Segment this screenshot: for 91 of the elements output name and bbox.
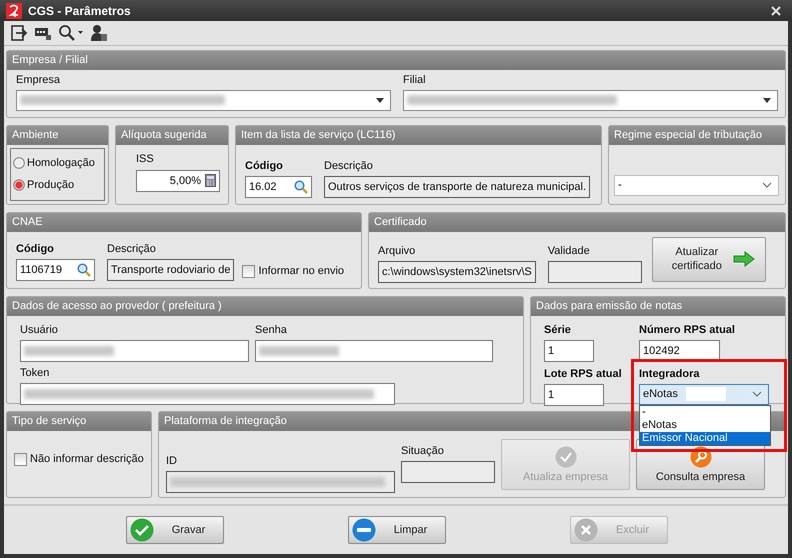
arquivo-field[interactable]: c:\windows\system32\inetsrv\S bbox=[378, 260, 536, 283]
field-label: Senha bbox=[255, 324, 288, 336]
exit-icon[interactable] bbox=[10, 24, 28, 42]
chevron-down-icon bbox=[752, 391, 762, 398]
empresa-dropdown[interactable] bbox=[16, 90, 391, 111]
field-value: Transporte rodoviario de bbox=[111, 264, 230, 276]
radio-option[interactable]: Homologação bbox=[13, 157, 104, 170]
chevron-down-icon bbox=[762, 182, 772, 188]
group-title: Ambiente bbox=[7, 126, 108, 145]
field-value: 1106719 bbox=[20, 264, 62, 276]
field-value: 102492 bbox=[643, 344, 680, 357]
minus-icon bbox=[352, 518, 376, 542]
app-logo-icon bbox=[6, 2, 22, 19]
filial-dropdown[interactable] bbox=[403, 90, 778, 111]
radio-option[interactable]: Produção bbox=[13, 179, 104, 192]
field-label: Token bbox=[20, 366, 50, 379]
serie-field[interactable]: 1 bbox=[544, 340, 594, 362]
check-icon bbox=[554, 446, 576, 468]
descricao-field[interactable]: Outros serviços de transporte de natureza municipal. bbox=[324, 176, 590, 198]
field-label: Integradora bbox=[639, 368, 701, 380]
save-button[interactable]: Gravar bbox=[126, 516, 224, 544]
group-title: Dados para emissão de notas bbox=[531, 296, 785, 316]
field-label: Série bbox=[544, 324, 572, 336]
user-icon[interactable] bbox=[90, 24, 108, 42]
codigo-field[interactable]: 1106719 bbox=[16, 258, 95, 281]
field-label: ISS bbox=[136, 152, 155, 165]
field-label: Código bbox=[245, 160, 284, 172]
field-label: Número RPS atual bbox=[639, 324, 736, 336]
field-label: Lote RPS atual bbox=[544, 368, 623, 380]
dropdown-value: eNotas bbox=[643, 388, 678, 400]
atualizar-certificado-button[interactable]: Atualizar certificado bbox=[652, 236, 766, 282]
descricao-field[interactable]: Transporte rodoviario de bbox=[107, 258, 234, 281]
field-label: Validade bbox=[548, 244, 591, 257]
field-label: Arquivo bbox=[378, 244, 416, 257]
iss-field[interactable]: 5,00% bbox=[136, 170, 220, 192]
calculator-icon[interactable] bbox=[205, 174, 216, 188]
caret-icon bbox=[376, 98, 384, 103]
checkbox[interactable] bbox=[242, 264, 256, 278]
field-value: 1 bbox=[548, 388, 554, 401]
dropdown-option[interactable]: eNotas bbox=[640, 418, 770, 432]
integradora-dropdown[interactable]: eNotas bbox=[639, 384, 769, 405]
radio-label: Homologação bbox=[27, 157, 95, 170]
field-label: Usuário bbox=[20, 324, 59, 336]
field-label: Descrição bbox=[107, 242, 157, 255]
field-label: Situação bbox=[401, 444, 445, 457]
field-label: Empresa bbox=[16, 74, 62, 86]
validade-field[interactable] bbox=[548, 260, 642, 283]
group-title: Tipo de serviço bbox=[7, 412, 151, 431]
check-icon bbox=[130, 518, 154, 542]
checkbox[interactable] bbox=[14, 452, 27, 466]
group-title: Certificado bbox=[369, 212, 785, 232]
field-value: 1 bbox=[548, 344, 554, 357]
window-title: CGS - Parâmetros bbox=[28, 4, 132, 18]
close-icon bbox=[574, 518, 598, 542]
group-title: Regime especial de tributação bbox=[609, 126, 785, 145]
field-label: Descrição bbox=[324, 160, 374, 172]
checkbox-label: Não informar descrição bbox=[30, 453, 144, 466]
regime-dropdown[interactable]: - bbox=[614, 174, 779, 196]
group-title: Empresa / Filial bbox=[7, 50, 785, 70]
group-title: Alíquota sugerida bbox=[116, 126, 228, 145]
dropdown-value: - bbox=[618, 179, 622, 192]
close-icon[interactable] bbox=[770, 4, 782, 17]
search-icon[interactable] bbox=[77, 262, 91, 277]
search-icon[interactable] bbox=[58, 24, 84, 42]
clear-button[interactable]: Limpar bbox=[348, 516, 446, 544]
caret-icon bbox=[763, 98, 771, 103]
usuario-field[interactable] bbox=[20, 340, 249, 362]
dropdown-option[interactable]: Emissor Nacional bbox=[640, 432, 770, 445]
arrow-right-icon bbox=[732, 251, 755, 268]
field-label: Filial bbox=[403, 74, 427, 86]
nao-informar-checkbox[interactable]: Não informar descrição bbox=[14, 452, 144, 466]
field-value: 16.02 bbox=[249, 180, 277, 193]
field-value: Outros serviços de transporte de natureza municipal. bbox=[328, 180, 586, 193]
group-title: Dados de acesso ao provedor ( prefeitura ) bbox=[7, 296, 523, 316]
field-label: ID bbox=[166, 454, 178, 467]
group-title: Item da lista de serviço (LC116) bbox=[236, 126, 601, 145]
senha-field[interactable] bbox=[255, 340, 493, 362]
numero-rps-field[interactable]: 102492 bbox=[639, 340, 720, 362]
field-value: 5,00% bbox=[170, 174, 201, 187]
group-title: CNAE bbox=[7, 212, 361, 232]
situacao-field[interactable] bbox=[401, 460, 495, 483]
field-value: c:\windows\system32\inetsrv\S bbox=[382, 266, 532, 278]
checkbox-label: Informar no envio bbox=[258, 265, 344, 278]
search-icon[interactable] bbox=[294, 180, 308, 194]
lote-rps-field[interactable]: 1 bbox=[544, 384, 604, 406]
id-field[interactable] bbox=[166, 470, 395, 493]
radio-label: Produção bbox=[27, 179, 74, 192]
field-label: Código bbox=[16, 242, 55, 255]
token-field[interactable] bbox=[20, 382, 395, 405]
codigo-field[interactable]: 16.02 bbox=[245, 176, 312, 198]
informar-checkbox[interactable]: Informar no envio bbox=[242, 264, 344, 278]
